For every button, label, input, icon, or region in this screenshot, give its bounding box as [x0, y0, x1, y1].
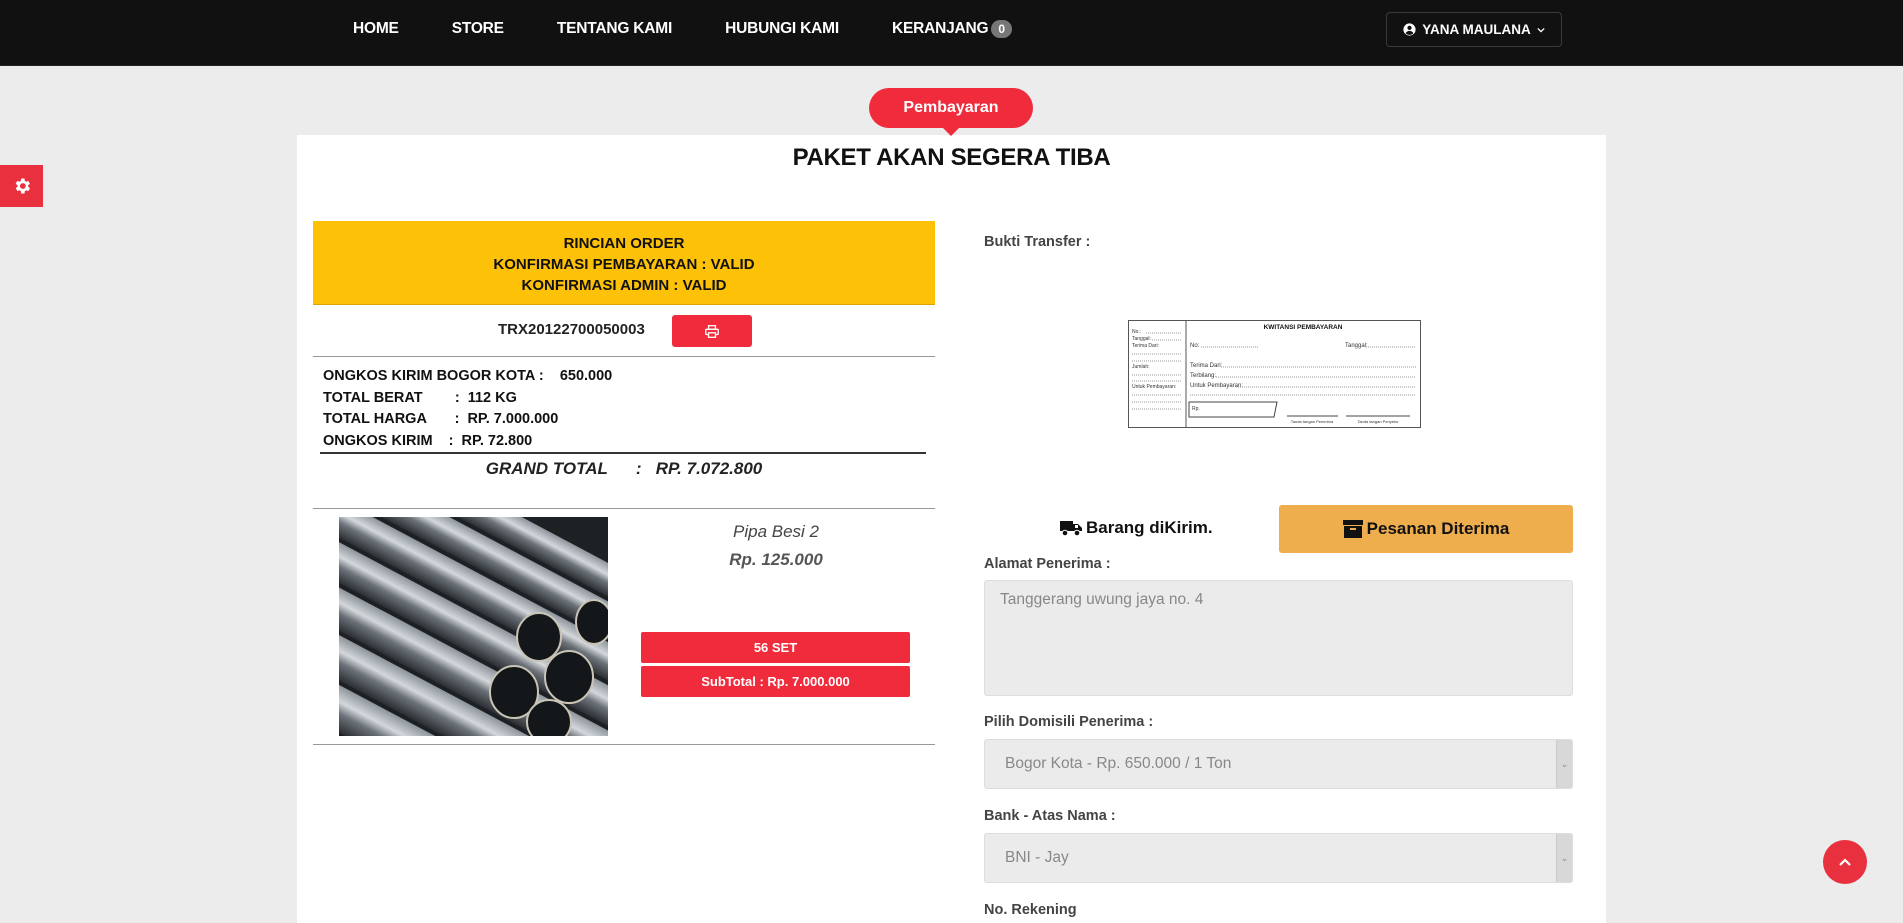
- order-heading: RINCIAN ORDER: [563, 235, 685, 252]
- cart-count-badge: 0: [991, 20, 1012, 38]
- product-name: Pipa Besi 2: [733, 522, 819, 541]
- total-price-line: TOTAL HARGA : RP. 7.000.000: [323, 411, 559, 427]
- receipt-ttd-penyetor: Tanda tangan Penyetor: [1357, 419, 1399, 424]
- receipt-title: KWITANSI PEMBAYARAN: [1264, 324, 1343, 331]
- receipt-untuk: Untuk Pembayaran:: [1190, 383, 1243, 389]
- chevron-down-icon: [1537, 27, 1545, 33]
- user-circle-icon: [1403, 23, 1416, 36]
- gear-icon: [15, 178, 30, 194]
- address-label: Alamat Penerima :: [984, 556, 1111, 572]
- domicile-value: Bogor Kota - Rp. 650.000 / 1 Ton: [1005, 755, 1232, 772]
- receipt-no: No:: [1190, 343, 1200, 349]
- shipping-city-line: ONGKOS KIRIM BOGOR KOTA : 650.000: [323, 368, 613, 384]
- goods-sent-status: Barang diKirim.: [1060, 518, 1213, 538]
- transfer-proof-image[interactable]: No.: Tanggal: Terima Dari: Jumlah: Untuk…: [1128, 320, 1421, 428]
- admin-confirmation: KONFIRMASI ADMIN : VALID: [521, 277, 727, 294]
- user-name: YANA MAULANA: [1422, 22, 1531, 37]
- transfer-proof-label: Bukti Transfer :: [984, 234, 1091, 250]
- receipt-rp: Rp.: [1192, 406, 1200, 412]
- user-menu-button[interactable]: YANA MAULANA: [1386, 12, 1562, 47]
- product-image: [339, 517, 608, 736]
- archive-icon: [1342, 520, 1363, 538]
- order-received-label: Pesanan Diterima: [1366, 519, 1510, 538]
- divider: [313, 508, 935, 509]
- nav-keranjang[interactable]: KERANJANG 0: [892, 20, 1012, 38]
- product-quantity: 56 SET: [641, 632, 910, 663]
- receipt-side-jumlah: Jumlah:: [1132, 364, 1150, 370]
- product-subtotal: SubTotal : Rp. 7.000.000: [641, 666, 910, 697]
- truck-icon: [1060, 521, 1082, 537]
- transaction-row: TRX20122700050003: [313, 315, 935, 349]
- nav-links: HOME STORE TENTANG KAMI HUBUNGI KAMI KER…: [353, 0, 1065, 58]
- divider: [313, 356, 935, 357]
- nav-home[interactable]: HOME: [353, 20, 399, 38]
- shipping-cost-line: ONGKOS KIRIM : RP. 72.800: [323, 433, 533, 449]
- settings-toggle[interactable]: [0, 165, 43, 207]
- receipt-side-tanggal: Tanggal:: [1132, 336, 1151, 342]
- divider: [313, 744, 935, 745]
- nav-hubungi-kami[interactable]: HUBUNGI KAMI: [725, 20, 839, 38]
- receipt-terima-dari: Terima Dari:: [1190, 363, 1223, 369]
- step-pill: Pembayaran: [869, 88, 1033, 136]
- receipt-side-terima: Terima Dari:: [1132, 343, 1159, 349]
- nav-tentang-kami[interactable]: TENTANG KAMI: [557, 20, 672, 38]
- navbar: HOME STORE TENTANG KAMI HUBUNGI KAMI KER…: [0, 0, 1903, 66]
- page-title: PAKET AKAN SEGERA TIBA: [792, 144, 1111, 171]
- account-number-label: No. Rekening: [984, 902, 1077, 918]
- receipt-side-no: No.:: [1132, 329, 1141, 335]
- domicile-select[interactable]: Bogor Kota - Rp. 650.000 / 1 Ton ⌄: [984, 739, 1573, 789]
- chevron-down-icon: ⌄: [1556, 834, 1572, 882]
- order-received-button[interactable]: Pesanan Diterima: [1279, 505, 1573, 553]
- divider: [320, 452, 926, 454]
- product-price: Rp. 125.000: [729, 550, 823, 569]
- scroll-to-top-button[interactable]: [1823, 840, 1867, 884]
- chevron-up-icon: [1839, 858, 1851, 866]
- total-weight-line: TOTAL BERAT : 112 KG: [323, 390, 517, 406]
- receipt-terbilang: Terbilang:: [1190, 373, 1216, 379]
- goods-sent-label: Barang diKirim.: [1086, 518, 1213, 537]
- receipt-side-untuk: Untuk Pembayaran:: [1132, 384, 1176, 390]
- address-field[interactable]: Tanggerang uwung jaya no. 4: [984, 580, 1573, 696]
- grand-total: GRAND TOTAL : RP. 7.072.800: [485, 459, 763, 478]
- receipt-ttd-penerima: Tanda tangan Penerima: [1291, 419, 1334, 424]
- bank-value: BNI - Jay: [1005, 849, 1069, 866]
- order-summary-box: RINCIAN ORDER KONFIRMASI PEMBAYARAN : VA…: [313, 221, 935, 305]
- print-icon: [705, 324, 719, 338]
- receipt-tanggal: Tanggal:: [1345, 343, 1368, 349]
- bank-label: Bank - Atas Nama :: [984, 808, 1116, 824]
- payment-confirmation: KONFIRMASI PEMBAYARAN : VALID: [493, 256, 755, 273]
- domicile-label: Pilih Domisili Penerima :: [984, 714, 1154, 730]
- chevron-down-icon: ⌄: [1556, 740, 1572, 788]
- bank-select[interactable]: BNI - Jay ⌄: [984, 833, 1573, 883]
- nav-keranjang-label: KERANJANG: [891, 20, 989, 37]
- print-button[interactable]: [672, 315, 752, 347]
- nav-store[interactable]: STORE: [452, 20, 504, 38]
- transaction-code: TRX20122700050003: [498, 321, 645, 338]
